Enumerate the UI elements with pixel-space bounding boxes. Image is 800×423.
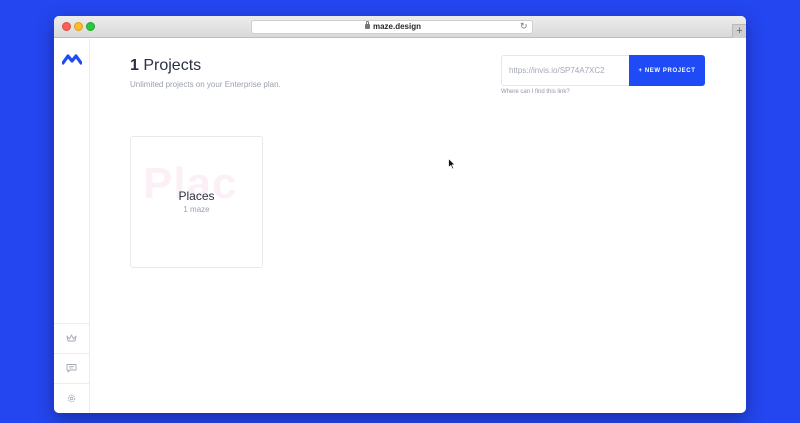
new-tab-icon[interactable]: + <box>732 24 746 38</box>
chat-button[interactable] <box>54 353 89 383</box>
prototype-link-input[interactable] <box>501 55 630 86</box>
find-link-help[interactable]: Where can I find this link? <box>501 89 570 95</box>
address-url: maze.design <box>372 22 421 31</box>
address-text-wrap: maze.design <box>252 21 534 31</box>
reload-icon[interactable]: ↻ <box>520 22 529 31</box>
settings-button[interactable] <box>54 383 89 413</box>
browser-titlebar: maze.design ↻ + <box>54 16 746 38</box>
plan-subtitle: Unlimited projects on your Enterprise pl… <box>130 80 281 89</box>
browser-window: maze.design ↻ + 1 Projects Unlimited pro… <box>54 16 746 413</box>
logo-icon[interactable] <box>62 53 82 65</box>
lock-icon <box>364 21 370 29</box>
gear-icon <box>67 394 76 403</box>
close-window-button[interactable] <box>62 22 71 31</box>
project-maze-count: 1 maze <box>183 205 210 214</box>
mouse-cursor-icon <box>448 158 456 170</box>
upgrade-button[interactable] <box>54 323 89 353</box>
page-title: 1 Projects <box>130 57 201 75</box>
project-card[interactable]: Plac Places 1 maze <box>130 136 263 268</box>
new-project-button[interactable]: + NEW PROJECT <box>629 55 705 86</box>
crown-icon <box>66 334 77 342</box>
sidebar <box>54 39 90 413</box>
page-title-label: Projects <box>138 57 202 74</box>
main-content: 1 Projects Unlimited projects on your En… <box>90 39 746 413</box>
project-name: Places <box>178 189 215 203</box>
minimize-window-button[interactable] <box>74 22 83 31</box>
maximize-window-button[interactable] <box>86 22 95 31</box>
address-bar[interactable]: maze.design ↻ <box>251 20 533 34</box>
chat-icon <box>66 364 77 373</box>
project-count: 1 <box>130 57 139 74</box>
